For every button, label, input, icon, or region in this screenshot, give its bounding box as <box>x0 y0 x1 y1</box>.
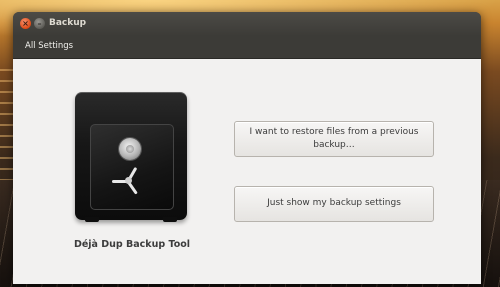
backup-window: × – Backup All Settings Déjà Dup Backup … <box>13 12 481 284</box>
safe-handle <box>109 163 147 199</box>
window-title: Backup <box>49 18 87 28</box>
close-icon[interactable]: × <box>20 18 31 29</box>
safe-foot-right <box>163 217 177 222</box>
safe-dial <box>119 138 141 160</box>
show-settings-button-label: Just show my backup settings <box>267 198 401 209</box>
restore-files-button-label: I want to restore files from a previous … <box>249 126 419 150</box>
restore-files-button[interactable]: I want to restore files from a previous … <box>234 121 434 157</box>
all-settings-button[interactable]: All Settings <box>21 39 77 54</box>
window-titlebar[interactable]: × – Backup <box>13 12 481 36</box>
safe-icon <box>75 92 187 222</box>
safe-body <box>75 92 187 220</box>
show-settings-button[interactable]: Just show my backup settings <box>234 186 434 222</box>
minimize-icon[interactable]: – <box>34 18 45 29</box>
safe-foot-left <box>85 217 99 222</box>
window-toolbar: All Settings <box>13 36 481 59</box>
main-content: Déjà Dup Backup Tool I want to restore f… <box>13 59 481 284</box>
app-name-label: Déjà Dup Backup Tool <box>73 239 191 250</box>
safe-door <box>90 124 174 210</box>
